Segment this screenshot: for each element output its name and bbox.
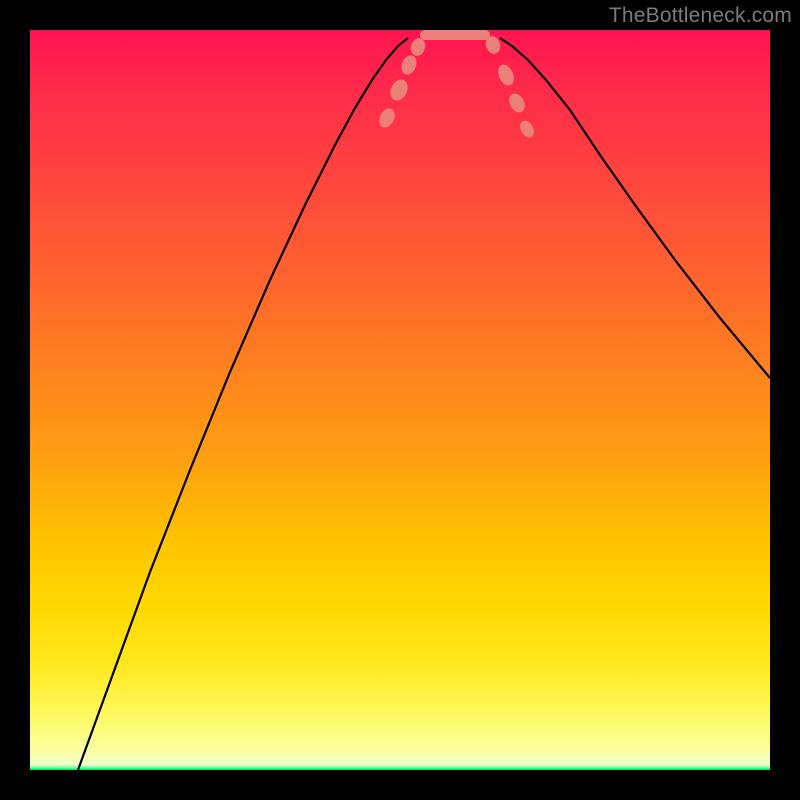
chart-frame: TheBottleneck.com	[0, 0, 800, 800]
series-group	[78, 35, 770, 770]
left-dot-2	[387, 77, 411, 104]
series-left-branch	[78, 38, 408, 770]
right-dot-2	[495, 62, 517, 88]
markers-group	[376, 34, 537, 140]
series-right-branch	[500, 38, 770, 378]
left-dot-3	[399, 53, 419, 77]
right-dot-4	[517, 118, 536, 140]
left-dot-1	[376, 106, 398, 130]
plot-area	[30, 30, 770, 770]
watermark-text: TheBottleneck.com	[609, 4, 792, 28]
right-dot-3	[506, 91, 528, 115]
chart-svg	[30, 30, 770, 770]
